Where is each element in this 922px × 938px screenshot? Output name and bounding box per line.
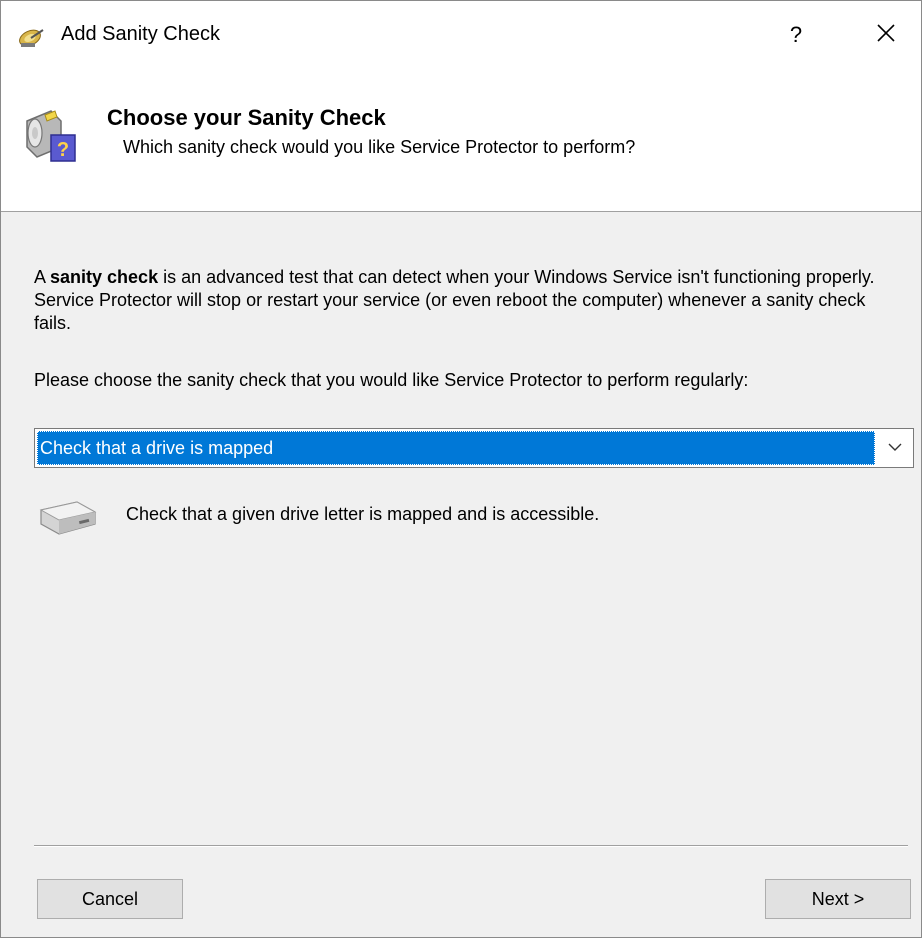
- next-button[interactable]: Next >: [765, 879, 911, 919]
- satellite-dish-icon: [17, 25, 47, 49]
- sanity-check-description: Check that a given drive letter is mappe…: [126, 504, 600, 524]
- intro-bold-term: sanity check: [50, 267, 159, 287]
- help-button[interactable]: ?: [771, 11, 821, 59]
- footer-separator: [34, 845, 908, 847]
- intro-rest: is an advanced test that can detect when…: [34, 267, 875, 333]
- combobox-selected-value[interactable]: Check that a drive is mapped: [37, 431, 875, 465]
- intro-prefix: A: [34, 267, 51, 287]
- wizard-header: ? Choose your Sanity Check Which sanity …: [1, 71, 921, 212]
- wizard-body: A sanity check is an advanced test that …: [1, 212, 921, 937]
- sanity-check-combobox[interactable]: Check that a drive is mapped: [34, 428, 914, 468]
- add-sanity-check-dialog: Add Sanity Check ? ? Choose your Sanity …: [0, 0, 922, 938]
- close-icon: [876, 23, 896, 48]
- title-bar: Add Sanity Check ?: [1, 1, 921, 71]
- intro-paragraph: A sanity check is an advanced test that …: [34, 266, 904, 335]
- combobox-dropdown-button[interactable]: [877, 429, 913, 467]
- close-button[interactable]: [861, 11, 911, 59]
- drive-icon: [37, 498, 99, 538]
- window-title: Add Sanity Check: [61, 23, 220, 45]
- cancel-button[interactable]: Cancel: [37, 879, 183, 919]
- svg-text:?: ?: [57, 139, 69, 161]
- header-subtitle: Which sanity check would you like Servic…: [123, 137, 636, 157]
- chevron-down-icon: [888, 439, 902, 457]
- choose-prompt: Please choose the sanity check that you …: [34, 370, 749, 390]
- sanity-check-question-icon: ?: [21, 107, 81, 167]
- header-title: Choose your Sanity Check: [107, 105, 386, 130]
